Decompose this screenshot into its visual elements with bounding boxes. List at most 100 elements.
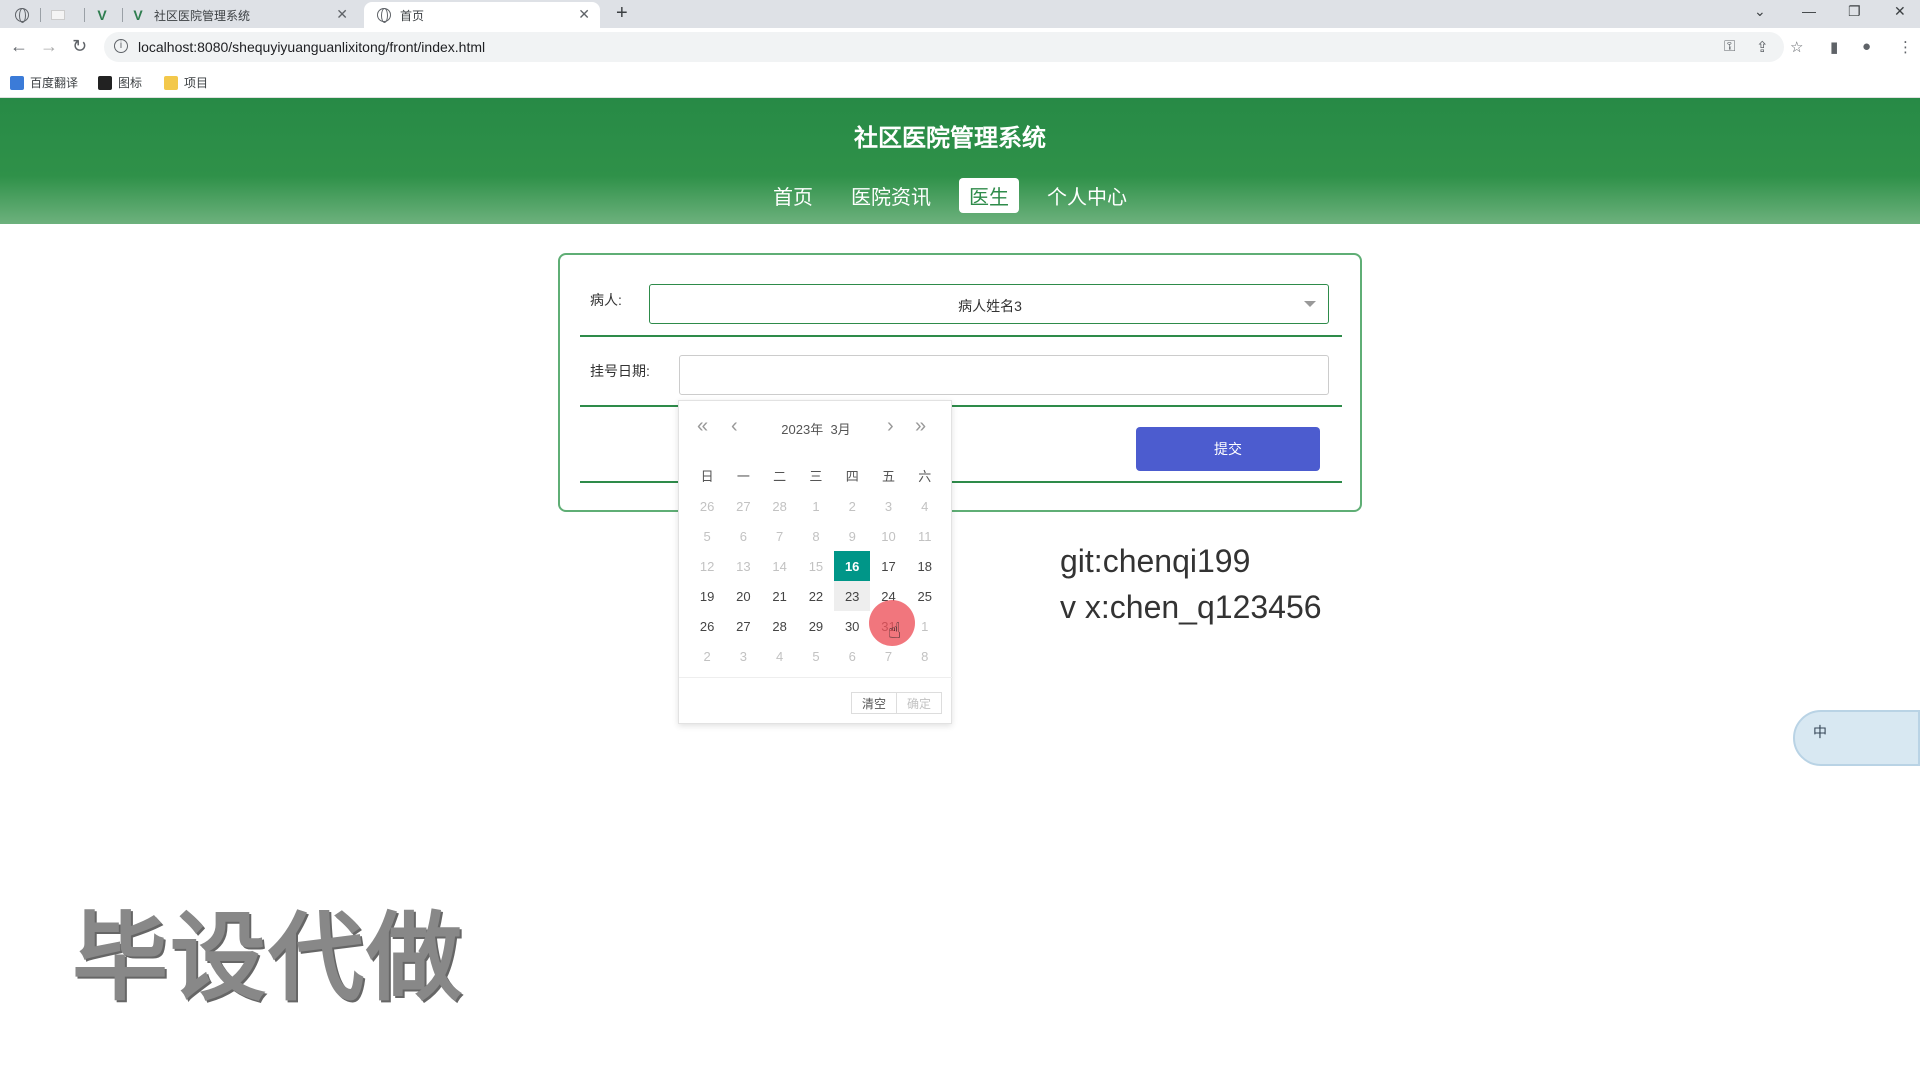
weekday-header: 二 [773, 468, 787, 484]
bookmarks-bar: 百度翻译 图标 项目 [0, 68, 1920, 98]
day-cell[interactable]: 4 [907, 491, 943, 521]
next-year-icon[interactable]: » [915, 415, 926, 438]
next-month-icon[interactable]: › [887, 415, 894, 438]
week-row: 26 27 28 1 2 3 4 [689, 491, 943, 521]
day-cell[interactable]: 28 [762, 491, 798, 521]
day-cell[interactable]: 5 [689, 521, 725, 551]
tab-pinned-1[interactable] [14, 2, 38, 28]
day-cell[interactable]: 20 [725, 581, 761, 611]
nav-doctor[interactable]: 医生 [959, 178, 1019, 213]
day-cell[interactable]: 21 [762, 581, 798, 611]
nav-hospital-news[interactable]: 医院资讯 [841, 178, 941, 213]
bookmark-icons[interactable]: 图标 [98, 74, 142, 91]
registration-date-input[interactable] [679, 355, 1329, 395]
address-bar[interactable]: i localhost:8080/shequyiyuanguanlixitong… [104, 32, 1784, 62]
day-cell[interactable]: 25 [907, 581, 943, 611]
day-cell[interactable]: 30 [834, 611, 870, 641]
chevron-down-icon [1304, 301, 1316, 307]
back-icon[interactable]: ← [10, 36, 28, 57]
ime-mode-label: 中 [1813, 724, 1827, 740]
date-picker-footer: 清空 确定 [679, 677, 953, 725]
tab-home[interactable]: 首页 ✕ [364, 2, 600, 28]
day-cell[interactable]: 7 [762, 521, 798, 551]
day-cell[interactable]: 16 [834, 551, 871, 581]
weekday-row: 日一二三四五六 [689, 461, 943, 491]
git-line: git:chenqi199 [1060, 543, 1251, 579]
bookmark-baidu-translate[interactable]: 百度翻译 [10, 74, 78, 91]
tab-hospital-admin[interactable]: V 社区医院管理系统 ✕ [130, 2, 358, 28]
tab-search-icon[interactable]: ⌄ [1754, 3, 1766, 20]
day-cell[interactable]: 5 [798, 641, 834, 671]
menu-icon[interactable]: ⋮ [1898, 38, 1913, 56]
day-cell[interactable]: 19 [689, 581, 725, 611]
day-cell[interactable]: 26 [689, 611, 725, 641]
day-cell[interactable]: 12 [689, 551, 725, 581]
day-cell[interactable]: 23 [834, 581, 871, 611]
confirm-button[interactable]: 确定 [896, 692, 942, 714]
day-cell[interactable]: 27 [725, 611, 761, 641]
day-cell[interactable]: 22 [798, 581, 834, 611]
close-icon[interactable]: ✕ [336, 6, 348, 23]
day-cell[interactable]: 14 [762, 551, 798, 581]
day-cell[interactable]: 15 [798, 551, 834, 581]
day-cell[interactable]: 28 [762, 611, 798, 641]
submit-button[interactable]: 提交 [1136, 427, 1320, 471]
browser-tab-bar: V V 社区医院管理系统 ✕ 首页 ✕ + ⌄ — ❐ ✕ [0, 0, 1920, 28]
key-icon[interactable]: ⚿ [1724, 38, 1735, 55]
site-header: 社区医院管理系统 首页 医院资讯 医生 个人中心 [0, 98, 1920, 224]
day-cell[interactable]: 10 [870, 521, 906, 551]
site-info-icon[interactable]: i [114, 39, 128, 53]
site-nav: 首页 医院资讯 医生 个人中心 [0, 178, 1900, 213]
day-cell[interactable]: 8 [907, 641, 943, 671]
weekday-header: 三 [809, 468, 823, 484]
year-label[interactable]: 2023年 [781, 422, 823, 437]
share-icon[interactable]: ⇪ [1756, 38, 1769, 56]
day-cell[interactable]: 3 [870, 491, 906, 521]
divider [580, 335, 1342, 337]
day-cell[interactable]: 26 [689, 491, 725, 521]
minimize-icon[interactable]: — [1802, 3, 1816, 19]
day-cell[interactable]: 18 [907, 551, 943, 581]
day-cell[interactable]: 6 [725, 521, 761, 551]
month-label[interactable]: 3月 [830, 422, 850, 437]
day-cell[interactable]: 13 [725, 551, 761, 581]
hand-cursor-icon: ☝ [888, 618, 902, 643]
day-cell[interactable]: 2 [834, 491, 870, 521]
day-cell[interactable]: 27 [725, 491, 761, 521]
day-cell[interactable]: 6 [834, 641, 870, 671]
day-cell[interactable]: 3 [725, 641, 761, 671]
close-window-icon[interactable]: ✕ [1894, 3, 1906, 20]
tab-pinned-2[interactable] [50, 2, 74, 28]
day-cell[interactable]: 2 [689, 641, 725, 671]
bookmark-project-folder[interactable]: 项目 [164, 74, 208, 91]
nav-personal-center[interactable]: 个人中心 [1037, 178, 1137, 213]
day-cell[interactable]: 11 [907, 521, 943, 551]
profile-icon[interactable]: ● [1862, 38, 1871, 55]
reload-icon[interactable]: ↻ [72, 36, 87, 57]
new-tab-button[interactable]: + [616, 2, 628, 25]
patient-select[interactable]: 病人姓名3 [649, 284, 1329, 324]
url-text: localhost:8080/shequyiyuanguanlixitong/f… [138, 39, 486, 55]
day-cell[interactable]: 4 [762, 641, 798, 671]
restore-icon[interactable]: ❐ [1848, 3, 1861, 20]
clear-button[interactable]: 清空 [851, 692, 897, 714]
nav-home[interactable]: 首页 [763, 178, 823, 213]
vue-icon: V [133, 7, 143, 23]
globe-icon [376, 7, 392, 23]
day-cell[interactable]: 8 [798, 521, 834, 551]
tab-pinned-3[interactable]: V [94, 2, 118, 28]
close-icon[interactable]: ✕ [578, 6, 590, 23]
side-panel-icon[interactable]: ▮ [1830, 38, 1838, 56]
tab-title: 社区医院管理系统 [154, 8, 251, 23]
ime-widget[interactable]: 中 [1793, 710, 1920, 766]
day-cell[interactable]: 9 [834, 521, 870, 551]
bookmark-star-icon[interactable]: ☆ [1790, 38, 1803, 56]
tab-title: 首页 [400, 8, 425, 23]
patient-label: 病人: [590, 292, 622, 308]
patient-select-value: 病人姓名3 [958, 298, 1022, 314]
weekday-header: 日 [700, 468, 714, 484]
forward-icon[interactable]: → [40, 36, 58, 57]
day-cell[interactable]: 17 [870, 551, 906, 581]
day-cell[interactable]: 1 [798, 491, 834, 521]
day-cell[interactable]: 29 [798, 611, 834, 641]
